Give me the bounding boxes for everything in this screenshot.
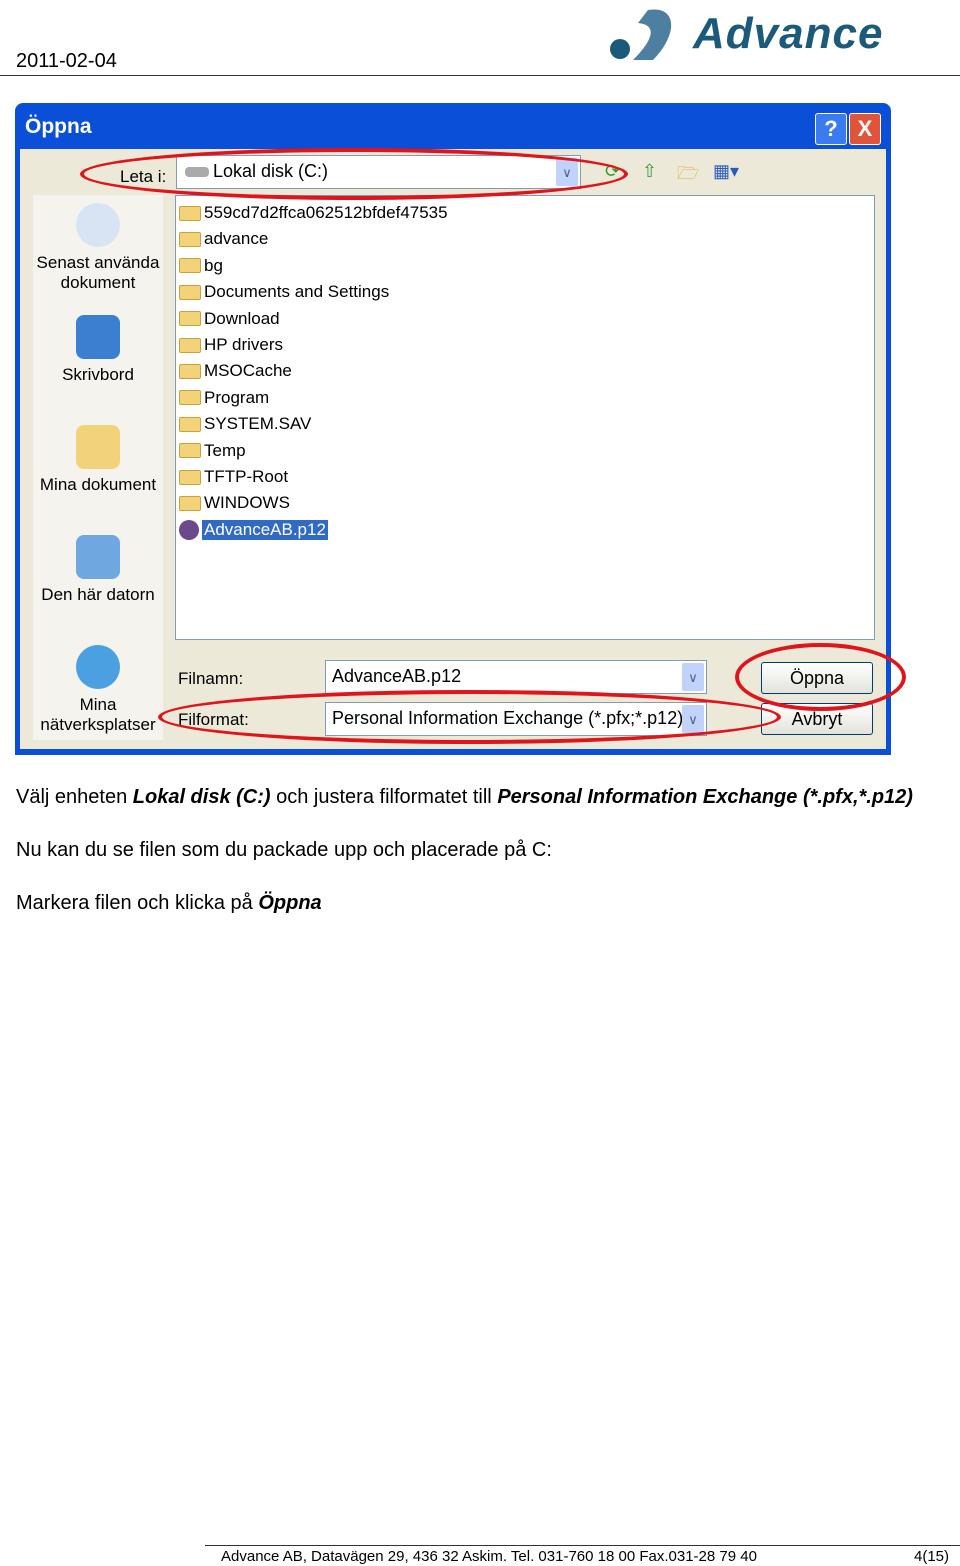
filename-value: AdvanceAB.p12 — [332, 666, 462, 686]
certificate-file-icon — [179, 519, 199, 540]
file-list-item[interactable]: HP drivers — [179, 334, 283, 356]
file-name: SYSTEM.SAV — [204, 414, 312, 434]
emphasis-text: Öppna — [258, 892, 322, 914]
file-name: WINDOWS — [204, 493, 290, 513]
up-folder-icon[interactable]: ⇧ — [642, 161, 657, 182]
file-list-item[interactable]: SYSTEM.SAV — [179, 413, 311, 435]
folder-icon — [179, 284, 201, 300]
folder-icon — [179, 416, 201, 432]
recent-documents-icon — [76, 203, 120, 247]
folder-icon — [179, 337, 201, 353]
my-computer-icon — [76, 535, 120, 579]
file-name: Download — [204, 308, 280, 328]
place-label: Skrivbord — [62, 365, 134, 384]
footer-address: Advance AB, Datavägen 29, 436 32 Askim. … — [221, 1548, 757, 1565]
file-name: advance — [204, 229, 269, 249]
place-my-documents[interactable]: Mina dokument — [33, 425, 163, 495]
folder-icon — [179, 311, 201, 327]
file-name: Documents and Settings — [204, 282, 390, 302]
filename-input[interactable]: AdvanceAB.p12 ∨ — [325, 660, 707, 694]
instruction-text: Markera filen och klicka på — [16, 892, 259, 914]
folder-icon — [179, 231, 201, 247]
place-network[interactable]: Mina nätverksplatser — [33, 645, 163, 735]
file-name: 559cd7d2ffca062512bfdef47535 — [204, 203, 448, 222]
file-list-item[interactable]: AdvanceAB.p12 — [179, 519, 328, 541]
instruction-text: Välj enheten — [16, 786, 133, 808]
instruction-3: Markera filen och klicka på Öppna — [16, 892, 322, 915]
file-name: HP drivers — [204, 335, 284, 354]
folder-icon — [179, 363, 201, 379]
help-button[interactable]: ? — [815, 113, 847, 145]
folder-icon — [179, 390, 201, 406]
place-desktop[interactable]: Skrivbord — [33, 315, 163, 385]
emphasis-text: Personal Information Exchange (*.pfx,*.p… — [497, 786, 913, 808]
filename-label: Filnamn: — [178, 669, 244, 688]
place-label: Senast använda dokument — [36, 253, 160, 292]
file-list-item[interactable]: bg — [179, 255, 223, 277]
file-name: TFTP-Root — [204, 467, 289, 486]
place-my-computer[interactable]: Den här datorn — [33, 535, 163, 605]
footer-page-number: 4(15) — [914, 1548, 950, 1565]
highlight-filetype — [158, 690, 781, 744]
file-name: bg — [204, 255, 223, 275]
place-label: Mina nätverksplatser — [40, 695, 156, 734]
instruction-2: Nu kan du se filen som du packade upp oc… — [16, 839, 552, 862]
file-list-item[interactable]: WINDOWS — [179, 492, 290, 514]
file-name: MSOCache — [204, 361, 292, 381]
network-places-icon — [76, 645, 120, 689]
chevron-down-icon[interactable]: ∨ — [682, 663, 704, 691]
logo-text: Advance — [693, 9, 884, 58]
place-label: Mina dokument — [39, 475, 157, 494]
highlight-look-in — [80, 148, 628, 200]
header-divider — [0, 75, 960, 76]
file-list-item[interactable]: Download — [179, 308, 280, 330]
view-menu-icon[interactable]: ▦▾ — [713, 161, 739, 182]
document-page: 2011-02-04 Advance Öppna ? X Leta i: Lok… — [0, 0, 960, 1566]
file-list-item[interactable]: TFTP-Root — [179, 466, 288, 488]
emphasis-text: Lokal disk (C:) — [132, 786, 271, 808]
file-name: Temp — [204, 440, 246, 460]
folder-icon — [179, 205, 201, 221]
file-list-item[interactable]: Program — [179, 387, 269, 409]
file-name: AdvanceAB.p12 — [202, 519, 328, 540]
folder-icon — [179, 258, 201, 274]
file-list-item[interactable]: Documents and Settings — [179, 281, 389, 303]
new-folder-icon[interactable]: 🗁 — [677, 161, 699, 191]
folder-icon — [179, 443, 201, 459]
desktop-icon — [76, 315, 120, 359]
places-bar: Senast använda dokument Skrivbord Mina d… — [33, 195, 163, 740]
advance-logo: Advance — [608, 5, 928, 65]
footer-divider — [205, 1545, 960, 1546]
file-list-item[interactable]: Temp — [179, 440, 246, 462]
file-list[interactable]: 559cd7d2ffca062512bfdef47535 advance bg Doc… — [175, 195, 875, 640]
file-list-item[interactable]: MSOCache — [179, 360, 292, 382]
file-list-item[interactable]: 559cd7d2ffca062512bfdef47535 — [179, 202, 448, 224]
close-button[interactable]: X — [849, 113, 881, 145]
logo-mark-icon — [610, 9, 672, 61]
dialog-title: Öppna — [25, 115, 92, 138]
highlight-open-button — [735, 643, 906, 711]
header-date: 2011-02-04 — [16, 50, 117, 72]
file-name: Program — [204, 387, 270, 407]
place-recent-documents[interactable]: Senast använda dokument — [33, 203, 163, 293]
folder-icon — [179, 495, 201, 511]
folder-icon — [179, 469, 201, 485]
instruction-1: Välj enheten Lokal disk (C:) och justera… — [16, 786, 913, 809]
place-label: Den här datorn — [41, 585, 155, 604]
instruction-text: och justera filformatet till — [270, 786, 498, 808]
my-documents-icon — [76, 425, 120, 469]
file-list-item[interactable]: advance — [179, 228, 268, 250]
instruction-text: Nu kan du se filen som du packade upp oc… — [16, 839, 552, 861]
